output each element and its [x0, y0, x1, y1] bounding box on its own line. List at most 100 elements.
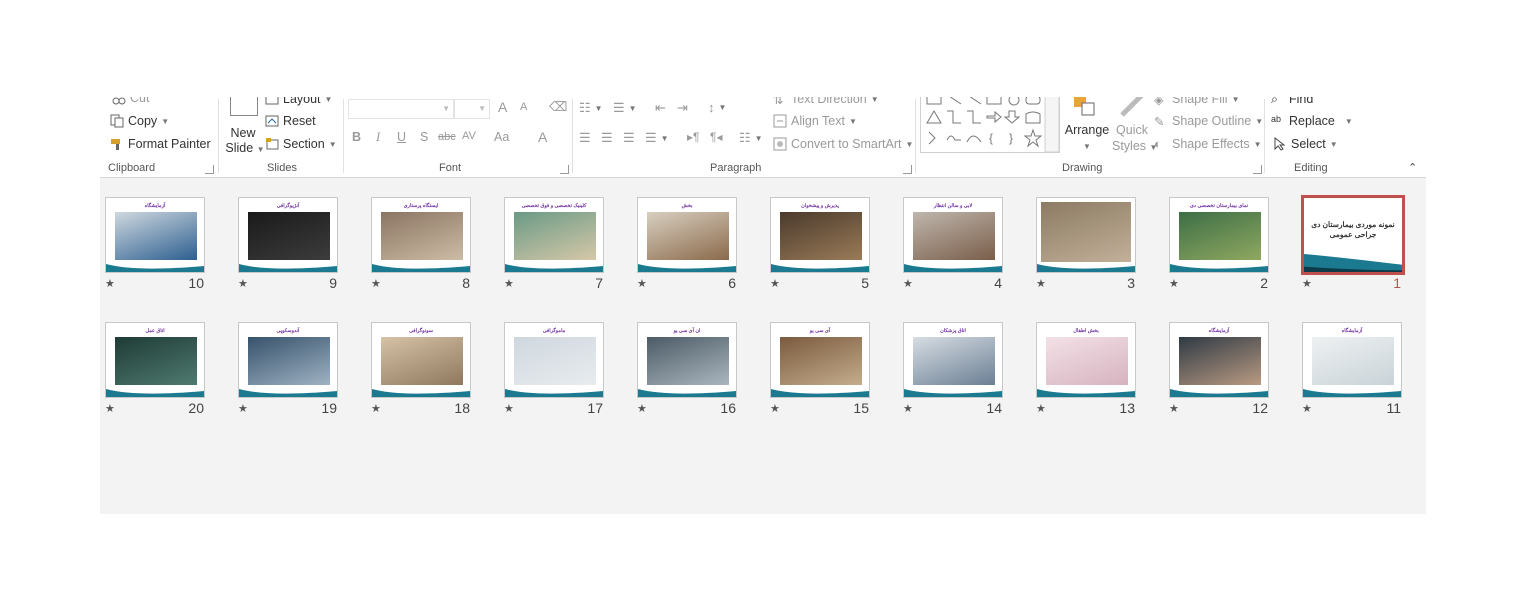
transition-star-icon[interactable]: ★: [371, 402, 381, 415]
slide-thumbnail[interactable]: آی سی یو: [770, 322, 870, 398]
replace-button[interactable]: ab Replace ▼: [1271, 114, 1353, 128]
transition-star-icon[interactable]: ★: [903, 402, 913, 415]
arrange-button[interactable]: Arrange ▼: [1064, 97, 1110, 155]
transition-star-icon[interactable]: ★: [105, 277, 115, 290]
format-painter-button[interactable]: Format Painter: [110, 137, 211, 151]
collapse-ribbon-icon[interactable]: ⌃: [1408, 161, 1417, 174]
slide-thumbnail[interactable]: لابی و سالن انتظار: [903, 197, 1003, 273]
decrease-indent-icon[interactable]: ⇤: [655, 100, 666, 116]
slide-thumbnail[interactable]: نمای بیمارستان تخصصی دی: [1169, 197, 1269, 273]
slide-thumbnail[interactable]: بخش اطفال: [1036, 322, 1136, 398]
shape-effects-button[interactable]: ◐ Shape Effects ▼: [1154, 137, 1262, 151]
rtl-icon[interactable]: ¶◂: [710, 130, 722, 144]
transition-star-icon[interactable]: ★: [1036, 277, 1046, 290]
change-case-button[interactable]: Aa: [494, 130, 509, 144]
transition-star-icon[interactable]: ★: [637, 277, 647, 290]
slide-thumbnail[interactable]: آنژیوگرافی: [238, 197, 338, 273]
convert-smartart-button[interactable]: Convert to SmartArt ▼: [773, 137, 913, 151]
justify-icon[interactable]: ☰ ▼: [645, 130, 669, 146]
increase-indent-icon[interactable]: ⇥: [677, 100, 688, 116]
slide-title-text: آزمایشگاه: [1341, 328, 1363, 334]
slide-photo: [248, 337, 330, 385]
bullets-icon[interactable]: ☷ ▼: [579, 100, 603, 116]
find-button[interactable]: ⌕ Find: [1271, 97, 1313, 106]
slide-thumbnail[interactable]: آزمایشگاه: [105, 197, 205, 273]
transition-star-icon[interactable]: ★: [1302, 277, 1312, 290]
select-button[interactable]: Select ▼: [1273, 136, 1338, 151]
slide-thumbnail[interactable]: بخش: [637, 197, 737, 273]
slide-thumbnail[interactable]: اتاق پزشکان: [903, 322, 1003, 398]
slide-swoosh-graphic: [372, 264, 470, 272]
slide-thumbnail[interactable]: ان آی سی یو: [637, 322, 737, 398]
italic-button[interactable]: I: [376, 130, 380, 145]
strikethrough-button[interactable]: abc: [438, 131, 456, 143]
slide-thumbnail[interactable]: ایستگاه پرستاری: [371, 197, 471, 273]
cut-button[interactable]: Cut: [112, 97, 149, 105]
slide-thumbnail[interactable]: ماموگرافی: [504, 322, 604, 398]
new-slide-button[interactable]: New Slide ▼: [225, 97, 265, 157]
layout-button[interactable]: Layout ▼: [265, 97, 332, 106]
clipboard-launcher-icon[interactable]: [205, 165, 214, 174]
slide-thumbnail[interactable]: آزمایشگاه: [1302, 322, 1402, 398]
grow-font-button[interactable]: A: [498, 99, 507, 115]
transition-star-icon[interactable]: ★: [1302, 402, 1312, 415]
transition-star-icon[interactable]: ★: [903, 277, 913, 290]
shapes-gallery[interactable]: {}: [920, 97, 1060, 153]
font-color-button[interactable]: A: [538, 129, 547, 145]
shape-fill-button[interactable]: ◈ Shape Fill ▼: [1154, 97, 1240, 107]
columns-icon[interactable]: ☷ ▼: [739, 130, 763, 146]
shadow-button[interactable]: S: [420, 130, 428, 144]
quick-styles-label-line2: Styles ▼: [1112, 139, 1158, 153]
slide-thumbnail[interactable]: پذیرش و پیشخوان: [770, 197, 870, 273]
slide-thumbnail[interactable]: کلینیک تخصصی و فوق تخصصی: [504, 197, 604, 273]
clear-format-icon[interactable]: ⌫: [549, 99, 567, 115]
ltr-icon[interactable]: ▸¶: [687, 130, 699, 144]
slide-thumbnail[interactable]: نمونه موردی بیمارستان دی جراحی عمومی: [1301, 195, 1405, 275]
font-size-field[interactable]: ▼: [454, 99, 490, 119]
font-name-field[interactable]: ▼: [348, 99, 454, 119]
slide-title-text: ماموگرافی: [542, 328, 566, 334]
transition-star-icon[interactable]: ★: [504, 402, 514, 415]
align-right-icon[interactable]: ☰: [623, 130, 635, 146]
copy-button[interactable]: Copy ▼: [110, 114, 169, 128]
shrink-font-button[interactable]: A: [520, 101, 527, 113]
underline-button[interactable]: U: [397, 130, 406, 144]
slide-thumbnail[interactable]: اتاق عمل: [105, 322, 205, 398]
slide-thumbnail[interactable]: آندوسکوپی: [238, 322, 338, 398]
numbering-icon[interactable]: ☰ ▼: [613, 100, 637, 116]
transition-star-icon[interactable]: ★: [1036, 402, 1046, 415]
slide-number: 18: [454, 400, 470, 416]
transition-star-icon[interactable]: ★: [770, 277, 780, 290]
quick-styles-button[interactable]: Quick Styles ▼: [1112, 97, 1157, 155]
line-spacing-icon[interactable]: ↕ ▼: [708, 100, 726, 115]
align-left-icon[interactable]: ☰: [579, 130, 591, 146]
transition-star-icon[interactable]: ★: [1169, 277, 1179, 290]
slide-thumbnail[interactable]: آزمایشگاه: [1169, 322, 1269, 398]
shape-outline-button[interactable]: ✎ Shape Outline ▼: [1154, 114, 1263, 129]
reset-button[interactable]: Reset: [265, 114, 316, 128]
bold-button[interactable]: B: [352, 130, 361, 144]
section-button[interactable]: Section ▼: [265, 137, 337, 151]
text-direction-button[interactable]: ⇅ Text Direction ▼: [773, 97, 879, 107]
transition-star-icon[interactable]: ★: [105, 402, 115, 415]
transition-star-icon[interactable]: ★: [371, 277, 381, 290]
slide-thumbnail[interactable]: سونوگرافی: [371, 322, 471, 398]
transition-star-icon[interactable]: ★: [238, 277, 248, 290]
slide-thumbnail[interactable]: [1036, 197, 1136, 273]
align-text-button[interactable]: Align Text ▼: [773, 114, 857, 128]
transition-star-icon[interactable]: ★: [637, 402, 647, 415]
slide-photo: [514, 337, 596, 385]
transition-star-icon[interactable]: ★: [770, 402, 780, 415]
font-launcher-icon[interactable]: [560, 165, 569, 174]
drawing-launcher-icon[interactable]: [1253, 165, 1262, 174]
copy-label: Copy: [128, 114, 158, 128]
editing-group: ⌕ Find ab Replace ▼ Select ▼ Editing: [1265, 97, 1355, 177]
transition-star-icon[interactable]: ★: [1169, 402, 1179, 415]
slide-title-text: آی سی یو: [809, 328, 831, 334]
transition-star-icon[interactable]: ★: [238, 402, 248, 415]
character-spacing-button[interactable]: AV: [462, 130, 476, 142]
transition-star-icon[interactable]: ★: [504, 277, 514, 290]
chevron-down-icon[interactable]: ▼: [161, 117, 169, 126]
align-center-icon[interactable]: ☰: [601, 130, 613, 146]
paragraph-launcher-icon[interactable]: [903, 165, 912, 174]
